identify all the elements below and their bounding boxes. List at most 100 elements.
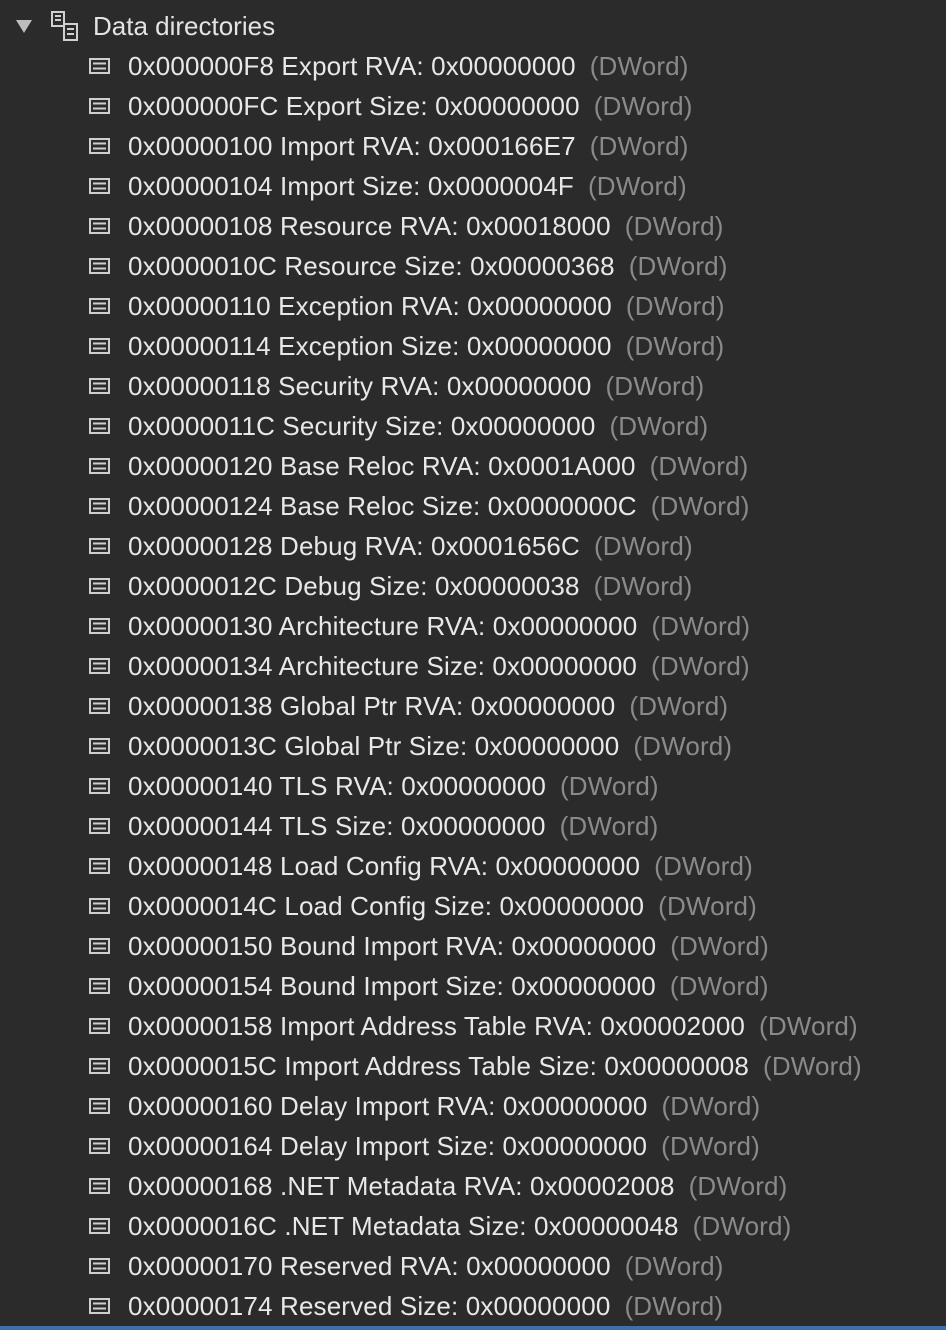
field-row[interactable]: 0x00000120 Base Reloc RVA: 0x0001A000 (DW… (0, 447, 946, 487)
field-row[interactable]: 0x00000174 Reserved Size: 0x00000000 (DWo… (0, 1287, 946, 1327)
field-row-text: 0x00000144 TLS Size: 0x00000000 (DWord) (128, 811, 658, 841)
field-row[interactable]: 0x0000010C Resource Size: 0x00000368 (DWo… (0, 247, 946, 287)
field-value: 0x00000150 Bound Import RVA: 0x00000000 (128, 931, 657, 961)
field-value: 0x00000140 TLS RVA: 0x00000000 (128, 771, 546, 801)
field-value: 0x0000013C Global Ptr Size: 0x00000000 (128, 731, 620, 761)
field-type: (DWord) (559, 811, 659, 841)
field-row[interactable]: 0x0000016C .NET Metadata Size: 0x0000004… (0, 1207, 946, 1247)
field-row[interactable]: 0x00000148 Load Config RVA: 0x00000000 (D… (0, 847, 946, 887)
field-row-text: 0x0000015C Import Address Table Size: 0x… (128, 1051, 862, 1081)
field-row[interactable]: 0x0000015C Import Address Table Size: 0x… (0, 1047, 946, 1087)
field-row-text: 0x00000120 Base Reloc RVA: 0x0001A000 (DW… (128, 451, 748, 481)
field-icon (89, 378, 110, 394)
field-type: (DWord) (593, 571, 693, 601)
field-row-text: 0x00000134 Architecture Size: 0x00000000… (128, 651, 750, 681)
field-icon (89, 1138, 110, 1154)
field-row-text: 0x00000150 Bound Import RVA: 0x00000000 (… (128, 931, 769, 961)
field-type: (DWord) (759, 1011, 858, 1041)
field-value: 0x00000138 Global Ptr RVA: 0x00000000 (128, 691, 616, 721)
field-value: 0x00000120 Base Reloc RVA: 0x0001A000 (128, 451, 636, 481)
field-icon (89, 338, 110, 354)
node-label: Data directories (93, 11, 276, 41)
field-icon (89, 1098, 110, 1114)
field-row[interactable]: 0x00000110 Exception RVA: 0x00000000 (DWo… (0, 287, 946, 327)
field-row[interactable]: 0x00000114 Exception Size: 0x00000000 (DW… (0, 327, 946, 367)
field-row[interactable]: 0x00000144 TLS Size: 0x00000000 (DWord) (0, 807, 946, 847)
field-row-text: 0x00000130 Architecture RVA: 0x00000000 (… (128, 611, 750, 641)
field-row[interactable]: 0x00000160 Delay Import RVA: 0x00000000 (… (0, 1087, 946, 1127)
field-value: 0x0000014C Load Config Size: 0x00000000 (128, 891, 645, 921)
field-type: (DWord) (670, 931, 769, 961)
field-icon (89, 1298, 110, 1314)
field-row[interactable]: 0x0000014C Load Config Size: 0x00000000 (… (0, 887, 946, 927)
field-row[interactable]: 0x00000150 Bound Import RVA: 0x00000000 (… (0, 927, 946, 967)
field-row[interactable]: 0x00000104 Import Size: 0x0000004F (DWord… (0, 167, 946, 207)
field-row-text: 0x0000014C Load Config Size: 0x00000000 (… (128, 891, 757, 921)
field-value: 0x00000124 Base Reloc Size: 0x0000000C (128, 491, 637, 521)
field-row[interactable]: 0x00000158 Import Address Table RVA: 0x0… (0, 1007, 946, 1047)
field-row[interactable]: 0x00000154 Bound Import Size: 0x00000000… (0, 967, 946, 1007)
field-row[interactable]: 0x00000164 Delay Import Size: 0x00000000… (0, 1127, 946, 1167)
field-row[interactable]: 0x00000124 Base Reloc Size: 0x0000000C (D… (0, 487, 946, 527)
field-row[interactable]: 0x00000170 Reserved RVA: 0x00000000 (DWor… (0, 1247, 946, 1287)
field-row[interactable]: 0x00000140 TLS RVA: 0x00000000 (DWord) (0, 767, 946, 807)
field-row[interactable]: 0x0000013C Global Ptr Size: 0x00000000 (D… (0, 727, 946, 767)
field-icon (89, 978, 110, 994)
field-row[interactable]: 0x00000130 Architecture RVA: 0x00000000 (… (0, 607, 946, 647)
field-row[interactable]: 0x0000011C Security Size: 0x00000000 (DWo… (0, 407, 946, 447)
field-type: (DWord) (587, 171, 687, 201)
field-value: 0x0000012C Debug Size: 0x00000038 (128, 571, 580, 601)
field-icon (89, 578, 110, 594)
field-row-text: 0x00000154 Bound Import Size: 0x00000000… (128, 971, 769, 1001)
field-value: 0x00000158 Import Address Table RVA: 0x0… (128, 1011, 746, 1041)
field-icon (89, 818, 110, 834)
data-directories-node[interactable]: Data directories (0, 6, 946, 46)
field-row[interactable]: 0x00000100 Import RVA: 0x000166E7 (DWord) (0, 127, 946, 167)
field-row-text: 0x00000148 Load Config RVA: 0x00000000 (D… (128, 851, 753, 881)
field-icon (89, 458, 110, 474)
field-icon (89, 538, 110, 554)
field-type: (DWord) (625, 291, 725, 321)
field-row-text: 0x00000160 Delay Import RVA: 0x00000000 (… (128, 1091, 760, 1121)
field-row-text: 0x00000138 Global Ptr RVA: 0x00000000 (DW… (128, 691, 728, 721)
field-row-text: 0x000000F8 Export RVA: 0x00000000 (DWord) (128, 51, 689, 81)
field-value: 0x000000FC Export Size: 0x00000000 (128, 91, 580, 121)
field-row[interactable]: 0x00000134 Architecture Size: 0x00000000… (0, 647, 946, 687)
field-value: 0x00000110 Exception RVA: 0x00000000 (128, 291, 612, 321)
field-value: 0x0000011C Security Size: 0x00000000 (128, 411, 596, 441)
field-row[interactable]: 0x00000118 Security RVA: 0x00000000 (DWor… (0, 367, 946, 407)
field-icon (89, 898, 110, 914)
triangle-down-icon[interactable] (14, 16, 34, 36)
field-value: 0x00000164 Delay Import Size: 0x00000000 (128, 1131, 648, 1161)
field-value: 0x000000F8 Export RVA: 0x00000000 (128, 51, 576, 81)
field-type: (DWord) (688, 1171, 788, 1201)
field-type: (DWord) (649, 451, 749, 481)
field-type: (DWord) (625, 331, 725, 361)
field-row-text: 0x0000010C Resource Size: 0x00000368 (DWo… (128, 251, 728, 281)
field-icon (89, 1258, 110, 1274)
field-value: 0x00000168 .NET Metadata RVA: 0x00002008 (128, 1171, 675, 1201)
field-row[interactable]: 0x00000108 Resource RVA: 0x00018000 (DWor… (0, 207, 946, 247)
field-type: (DWord) (763, 1051, 862, 1081)
field-row-text: 0x00000174 Reserved Size: 0x00000000 (DWo… (128, 1291, 723, 1321)
field-value: 0x00000148 Load Config RVA: 0x00000000 (128, 851, 641, 881)
field-row[interactable]: 0x000000FC Export Size: 0x00000000 (DWord… (0, 87, 946, 127)
field-row[interactable]: 0x000000F8 Export RVA: 0x00000000 (DWord) (0, 47, 946, 87)
field-row-text: 0x00000128 Debug RVA: 0x0001656C (DWord) (128, 531, 693, 561)
field-icon (89, 1018, 110, 1034)
field-row[interactable]: 0x0000012C Debug Size: 0x00000038 (DWord) (0, 567, 946, 607)
field-icon (89, 498, 110, 514)
field-row[interactable]: 0x00000168 .NET Metadata RVA: 0x00002008… (0, 1167, 946, 1207)
field-value: 0x00000114 Exception Size: 0x00000000 (128, 331, 612, 361)
field-type: (DWord) (624, 1251, 724, 1281)
field-icon (89, 698, 110, 714)
field-type: (DWord) (624, 1291, 724, 1321)
field-row[interactable]: 0x00000138 Global Ptr RVA: 0x00000000 (DW… (0, 687, 946, 727)
field-type: (DWord) (609, 411, 709, 441)
data-directories-tree: Data directories 0x000000F8 Export RVA: … (0, 0, 946, 1326)
field-row[interactable]: 0x00000128 Debug RVA: 0x0001656C (DWord) (0, 527, 946, 567)
field-row-text: 0x00000170 Reserved RVA: 0x00000000 (DWor… (128, 1251, 724, 1281)
field-row-text: 0x00000168 .NET Metadata RVA: 0x00002008… (128, 1171, 787, 1201)
field-type: (DWord) (692, 1211, 792, 1241)
field-type: (DWord) (633, 731, 733, 761)
